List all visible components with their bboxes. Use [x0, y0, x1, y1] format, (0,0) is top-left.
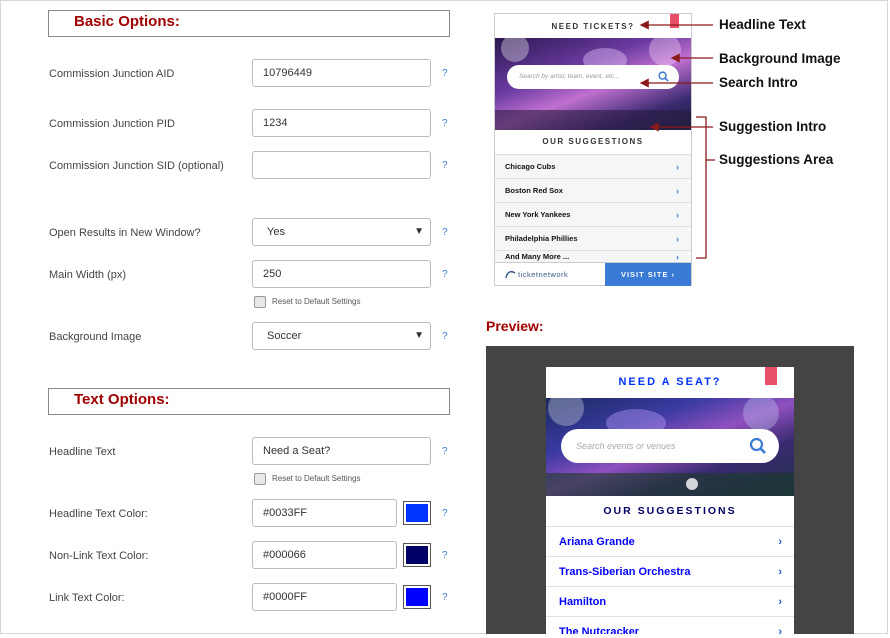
chevron-right-icon: ›	[778, 566, 782, 578]
headline-color-input[interactable]: #0033FF	[252, 499, 397, 527]
preview-widget: NEED A SEAT? Search events or venues OUR…	[546, 367, 794, 634]
headline-text-label: Headline Text	[49, 446, 116, 458]
annotation-search-intro: Search Intro	[719, 75, 798, 90]
headline-text-reset[interactable]: Reset to Default Settings	[254, 473, 361, 485]
background-image-label: Background Image	[49, 331, 142, 343]
bookmark-icon	[765, 367, 777, 385]
suggestion-label: Ariana Grande	[559, 536, 635, 548]
annotation-suggestions-area: Suggestions Area	[719, 152, 834, 167]
preview-search-input[interactable]: Search events or venues	[561, 429, 779, 463]
suggestion-label: The Nutcracker	[559, 626, 640, 634]
non-link-color-swatch[interactable]	[403, 543, 431, 567]
preview-suggestion-item[interactable]: Trans-Siberian Orchestra ›	[546, 556, 794, 586]
non-link-color-fill	[406, 546, 428, 564]
annotation-suggestion-intro: Suggestion Intro	[719, 119, 827, 134]
headline-color-help-link[interactable]: ?	[442, 508, 448, 519]
suggestion-label: Hamilton	[559, 596, 607, 608]
link-color-fill	[406, 588, 428, 606]
headline-text-help-link[interactable]: ?	[442, 446, 448, 457]
preview-panel: NEED A SEAT? Search events or venues OUR…	[486, 346, 854, 634]
non-link-color-label: Non-Link Text Color:	[49, 550, 149, 562]
annotation-background-image: Background Image	[719, 51, 841, 66]
preview-suggestion-item[interactable]: Hamilton ›	[546, 586, 794, 616]
preview-suggestion-item[interactable]: The Nutcracker ›	[546, 616, 794, 634]
preview-suggestion-intro: OUR SUGGESTIONS	[603, 505, 737, 517]
text-options-header: Text Options:	[48, 388, 450, 415]
suggestion-label: Trans-Siberian Orchestra	[559, 566, 691, 578]
headline-text-input[interactable]: Need a Seat?	[252, 437, 431, 465]
preview-background-image: Search events or venues	[546, 398, 794, 496]
preview-headline: NEED A SEAT?	[618, 376, 722, 388]
preview-search-placeholder: Search events or venues	[576, 441, 676, 451]
preview-suggestion-item[interactable]: Ariana Grande ›	[546, 526, 794, 556]
non-link-color-input[interactable]: #000066	[252, 541, 397, 569]
chevron-right-icon: ›	[778, 536, 782, 548]
headline-color-label: Headline Text Color:	[49, 508, 148, 520]
preview-label: Preview:	[486, 318, 544, 334]
link-color-help-link[interactable]: ?	[442, 592, 448, 603]
background-image-select[interactable]: Soccer ▼	[252, 322, 431, 350]
non-link-color-help-link[interactable]: ?	[442, 550, 448, 561]
headline-color-swatch[interactable]	[403, 501, 431, 525]
chevron-right-icon: ›	[778, 626, 782, 634]
dropdown-arrow-icon: ▼	[414, 330, 424, 341]
headline-color-fill	[406, 504, 428, 522]
text-options-title: Text Options:	[74, 391, 170, 408]
search-icon[interactable]	[749, 437, 767, 455]
background-image-help-link[interactable]: ?	[442, 331, 448, 342]
reset-checkbox[interactable]	[254, 473, 266, 485]
chevron-right-icon: ›	[778, 596, 782, 608]
background-image-value: Soccer	[267, 330, 302, 342]
annotation-arrows	[639, 20, 715, 259]
link-color-label: Link Text Color:	[49, 592, 125, 604]
link-color-input[interactable]: #0000FF	[252, 583, 397, 611]
reset-label: Reset to Default Settings	[272, 474, 361, 484]
link-color-swatch[interactable]	[403, 585, 431, 609]
annotation-headline-text: Headline Text	[719, 17, 806, 32]
